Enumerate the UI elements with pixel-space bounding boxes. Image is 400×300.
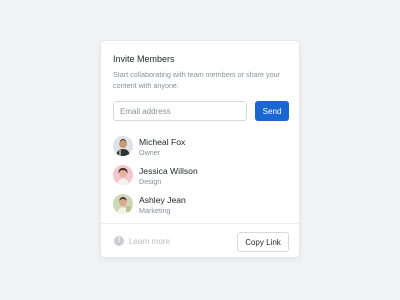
- learn-more-label: Learn more: [129, 236, 170, 246]
- member-list: Micheal Fox Owner Jessica Willson Design: [113, 136, 289, 223]
- email-input[interactable]: [113, 101, 247, 121]
- list-item[interactable]: Ashley Jean Marketing: [113, 194, 289, 223]
- info-icon: !: [114, 236, 124, 246]
- avatar: [113, 165, 133, 185]
- copy-link-button[interactable]: Copy Link: [237, 232, 289, 252]
- avatar: [113, 194, 133, 214]
- member-name: Micheal Fox: [139, 137, 186, 147]
- member-role: Marketing: [139, 206, 171, 215]
- member-role: Owner: [139, 148, 161, 157]
- dialog-subtitle: Start collaborating with team members or…: [113, 70, 280, 90]
- member-role: Design: [139, 177, 162, 186]
- avatar: [113, 136, 133, 156]
- dialog-title: Invite Members: [113, 54, 175, 64]
- list-item[interactable]: Micheal Fox Owner: [113, 136, 289, 165]
- footer-divider: [101, 223, 299, 224]
- member-name: Jessica Willson: [139, 166, 198, 176]
- send-button[interactable]: Send: [255, 101, 289, 121]
- learn-more-link[interactable]: ! Learn more: [114, 236, 170, 246]
- list-item[interactable]: Jessica Willson Design: [113, 165, 289, 194]
- member-name: Ashley Jean: [139, 195, 186, 205]
- invite-members-card: Invite Members Start collaborating with …: [100, 40, 300, 258]
